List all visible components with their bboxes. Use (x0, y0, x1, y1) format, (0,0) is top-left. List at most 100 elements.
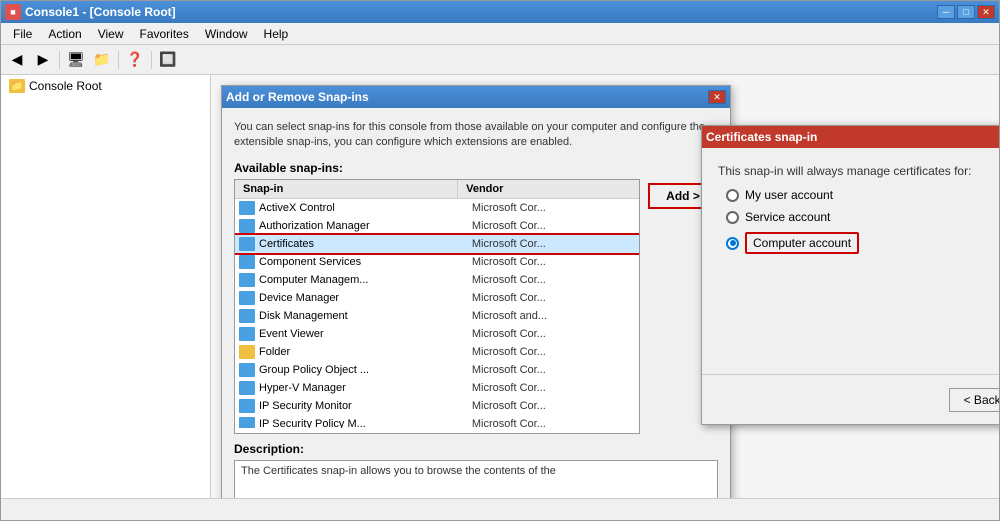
menu-file[interactable]: File (5, 25, 40, 43)
toolbar-separator-3 (151, 51, 152, 69)
snap-item-vendor-11: Microsoft Cor... (472, 400, 639, 412)
forward-button[interactable]: ▶ (31, 49, 55, 71)
snap-item-certificates[interactable]: Certificates Microsoft Cor... (235, 235, 639, 253)
snap-item-name-11: IP Security Monitor (259, 400, 472, 412)
new-window-button[interactable]: ❓ (123, 49, 147, 71)
radio-service-input[interactable] (726, 211, 739, 224)
snap-item-vendor-certs: Microsoft Cor... (472, 238, 639, 250)
snap-item-name-1: Authorization Manager (259, 220, 472, 232)
left-panel: 📁 Console Root (1, 75, 211, 498)
show-hide-button[interactable]: 📁 (90, 49, 114, 71)
description-label: Description: (234, 442, 718, 456)
snap-item-name-certs: Certificates (259, 238, 472, 250)
snap-item-1[interactable]: Authorization Manager Microsoft Cor... (235, 217, 639, 235)
menu-action[interactable]: Action (40, 25, 89, 43)
cert-footer: < Back Next > Cancel (702, 374, 999, 424)
snap-item-vendor-5: Microsoft Cor... (472, 292, 639, 304)
app-icon: ■ (5, 4, 21, 20)
maximize-button[interactable]: □ (957, 5, 975, 19)
main-content: 📁 Console Root Add or Remove Snap-ins ✕ … (1, 75, 999, 498)
snap-item-12[interactable]: IP Security Policy M... Microsoft Cor... (235, 415, 639, 428)
col-snap-in: Snap-in (235, 180, 458, 198)
title-bar-left: ■ Console1 - [Console Root] (5, 4, 176, 20)
up-button[interactable]: 🖥 (64, 49, 88, 71)
menu-help[interactable]: Help (256, 25, 297, 43)
snap-item-9[interactable]: Group Policy Object ... Microsoft Cor... (235, 361, 639, 379)
title-bar-controls: ─ □ ✕ (937, 5, 995, 19)
snap-item-6[interactable]: Disk Management Microsoft and... (235, 307, 639, 325)
snap-item-name-5: Device Manager (259, 292, 472, 304)
snap-item-icon-9 (239, 363, 255, 377)
cert-back-button[interactable]: < Back (949, 388, 999, 412)
snap-item-7[interactable]: Event Viewer Microsoft Cor... (235, 325, 639, 343)
snap-item-vendor-7: Microsoft Cor... (472, 328, 639, 340)
radio-computer-input[interactable] (726, 237, 739, 250)
radio-service[interactable]: Service account (726, 210, 999, 224)
export-button[interactable]: 🔲 (156, 49, 180, 71)
snap-item-10[interactable]: Hyper-V Manager Microsoft Cor... (235, 379, 639, 397)
snap-item-5[interactable]: Device Manager Microsoft Cor... (235, 289, 639, 307)
toolbar-separator-2 (118, 51, 119, 69)
tree-item-console-root[interactable]: 📁 Console Root (1, 75, 210, 97)
snap-item-name-12: IP Security Policy M... (259, 418, 472, 428)
add-remove-close-button[interactable]: ✕ (708, 90, 726, 104)
snap-item-icon-certs (239, 237, 255, 251)
snap-item-icon-1 (239, 219, 255, 233)
snap-item-name-6: Disk Management (259, 310, 472, 322)
snap-item-vendor-3: Microsoft Cor... (472, 256, 639, 268)
snap-item-icon-4 (239, 273, 255, 287)
cert-dialog-title: Certificates snap-in (706, 130, 817, 144)
snap-item-4[interactable]: Computer Managem... Microsoft Cor... (235, 271, 639, 289)
snap-item-8[interactable]: Folder Microsoft Cor... (235, 343, 639, 361)
snap-item-vendor-0: Microsoft Cor... (472, 202, 639, 214)
snap-item-vendor-4: Microsoft Cor... (472, 274, 639, 286)
menu-window[interactable]: Window (197, 25, 256, 43)
snap-item-icon-7 (239, 327, 255, 341)
snap-item-icon-5 (239, 291, 255, 305)
radio-my-user-label: My user account (745, 188, 833, 202)
snap-item-name-8: Folder (259, 346, 472, 358)
radio-computer-label: Computer account (745, 232, 859, 254)
col-vendor: Vendor (458, 180, 639, 198)
snap-item-11[interactable]: IP Security Monitor Microsoft Cor... (235, 397, 639, 415)
status-bar (1, 498, 999, 520)
window-title: Console1 - [Console Root] (25, 5, 176, 19)
console-root-label: Console Root (29, 79, 102, 93)
radio-computer[interactable]: Computer account (726, 232, 999, 254)
snap-item-0[interactable]: ActiveX Control Microsoft Cor... (235, 199, 639, 217)
console-root-icon: 📁 (9, 79, 25, 93)
center-area: Add or Remove Snap-ins ✕ You can select … (211, 75, 999, 498)
radio-group: My user account Service account Computer… (726, 188, 999, 254)
snap-item-vendor-9: Microsoft Cor... (472, 364, 639, 376)
snap-item-vendor-6: Microsoft and... (472, 310, 639, 322)
add-remove-content: You can select snap-ins for this console… (222, 108, 730, 498)
add-remove-description: You can select snap-ins for this console… (234, 120, 718, 151)
menu-favorites[interactable]: Favorites (132, 25, 197, 43)
add-remove-title-bar: Add or Remove Snap-ins ✕ (222, 86, 730, 108)
close-button[interactable]: ✕ (977, 5, 995, 19)
snap-item-name-10: Hyper-V Manager (259, 382, 472, 394)
snap-item-3[interactable]: Component Services Microsoft Cor... (235, 253, 639, 271)
snap-ins-container: Snap-in Vendor ActiveX Control Microsoft… (234, 179, 718, 434)
snap-item-name-9: Group Policy Object ... (259, 364, 472, 376)
snap-item-name-4: Computer Managem... (259, 274, 472, 286)
add-remove-dialog: Add or Remove Snap-ins ✕ You can select … (221, 85, 731, 498)
radio-my-user-input[interactable] (726, 189, 739, 202)
snap-item-icon-0 (239, 201, 255, 215)
snap-item-name-3: Component Services (259, 256, 472, 268)
snap-item-vendor-10: Microsoft Cor... (472, 382, 639, 394)
cert-question: This snap-in will always manage certific… (718, 164, 999, 178)
snap-item-icon-12 (239, 417, 255, 428)
radio-my-user[interactable]: My user account (726, 188, 999, 202)
snap-item-vendor-8: Microsoft Cor... (472, 346, 639, 358)
snap-item-icon-3 (239, 255, 255, 269)
snap-ins-list[interactable]: ActiveX Control Microsoft Cor... Authori… (235, 199, 639, 428)
menu-view[interactable]: View (90, 25, 132, 43)
snap-item-name-0: ActiveX Control (259, 202, 472, 214)
minimize-button[interactable]: ─ (937, 5, 955, 19)
available-snap-ins-label: Available snap-ins: (234, 161, 718, 175)
back-button[interactable]: ◀ (5, 49, 29, 71)
snap-item-name-7: Event Viewer (259, 328, 472, 340)
snap-item-icon-10 (239, 381, 255, 395)
snap-item-icon-8 (239, 345, 255, 359)
